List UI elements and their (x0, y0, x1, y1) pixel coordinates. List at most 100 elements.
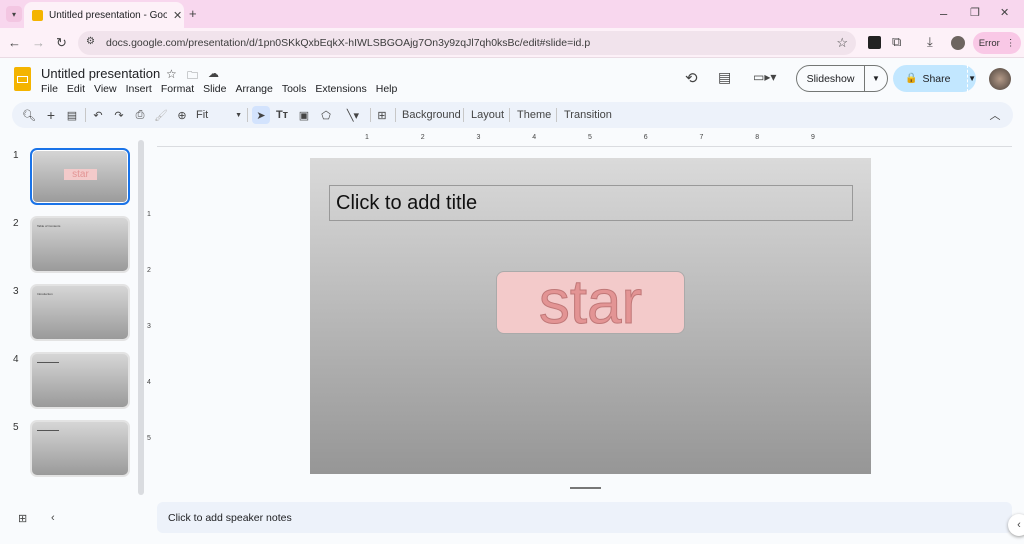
menu-tools[interactable]: Tools (282, 83, 307, 95)
menu-arrange[interactable]: Arrange (235, 83, 272, 95)
extensions-puzzle-icon[interactable]: ⧉ (892, 34, 901, 50)
ruler-label: 6 (643, 134, 648, 141)
print-icon[interactable]: ⎙ (132, 106, 148, 124)
share-button[interactable]: 🔒 Share ▼ (893, 65, 976, 92)
ruler-label: 7 (699, 134, 704, 141)
new-slide-icon[interactable]: + (43, 106, 59, 124)
menu-view[interactable]: View (94, 83, 117, 95)
slide-number: 4 (13, 354, 19, 365)
menu-file[interactable]: File (41, 83, 58, 95)
speaker-notes[interactable]: Click to add speaker notes (157, 502, 1012, 533)
slide-thumbnail-5[interactable] (30, 420, 130, 477)
slide-canvas[interactable]: Click to add title star (310, 158, 871, 474)
zoom-value: Fit (196, 109, 209, 121)
slide-thumbnail-1[interactable]: star (30, 148, 130, 205)
browser-tab-bar: ▾ Untitled presentation - Google ✕ + – ❐… (0, 0, 1024, 28)
zoom-icon[interactable]: ⊕ (174, 106, 190, 124)
transition-button[interactable]: Transition (564, 106, 612, 124)
grid-view-icon[interactable]: ⊞ (18, 512, 27, 525)
ruler-label: 9 (811, 134, 815, 141)
bookmark-star-icon[interactable]: ☆ (836, 35, 848, 51)
shape-icon[interactable]: ⬠ (318, 106, 334, 124)
redo-icon[interactable]: ↷ (111, 106, 127, 124)
star-text-shape[interactable]: star (496, 271, 685, 334)
version-history-icon[interactable]: ⟲ (685, 69, 698, 87)
toolbar: 🔍︎ + ▤ ↶ ↷ ⎙ 🖌︎ ⊕ Fit ▼ ➤ Tт ▣ ⬠ ╲▾ ⊞ Bac… (12, 102, 1013, 128)
download-icon[interactable]: ⤓ (927, 34, 933, 50)
slide-thumbnail-4[interactable] (30, 352, 130, 409)
ruler-label: 4 (147, 379, 151, 386)
close-window-icon[interactable]: ✕ (1000, 6, 1009, 19)
new-tab-icon[interactable]: + (189, 6, 197, 21)
share-dropdown-icon[interactable]: ▼ (967, 65, 976, 92)
horizontal-ruler[interactable]: 1 2 3 4 5 6 7 8 9 (157, 131, 1012, 147)
close-tab-icon[interactable]: ✕ (173, 9, 182, 22)
thumbnail-text: Table of Contents (37, 224, 61, 228)
more-vert-icon: ⋮ (1005, 37, 1016, 49)
forward-icon[interactable]: → (32, 35, 45, 50)
select-tool-icon[interactable]: ➤ (252, 106, 270, 124)
slide-thumbnail-2[interactable]: Table of Contents (30, 216, 130, 273)
collapse-toolbar-icon[interactable]: ︿ (987, 106, 1003, 124)
account-avatar[interactable] (989, 68, 1011, 90)
search-menus-icon[interactable]: 🔍︎ (21, 106, 37, 124)
slideshow-label: Slideshow (806, 72, 855, 85)
error-button[interactable]: Error ⋮ (973, 32, 1021, 54)
menu-slide[interactable]: Slide (203, 83, 226, 95)
url-input[interactable]: ⚙ docs.google.com/presentation/d/1pn0SKk… (78, 31, 856, 55)
error-label: Error (978, 37, 1000, 49)
profile-avatar[interactable] (951, 36, 965, 50)
vertical-ruler[interactable]: 1 2 3 4 5 (144, 158, 158, 474)
slide-number: 2 (13, 218, 19, 229)
share-label: Share (922, 72, 951, 85)
slideshow-dropdown-icon[interactable]: ▼ (864, 66, 887, 91)
ruler-label: 2 (147, 267, 151, 274)
ruler-label: 4 (532, 134, 537, 141)
menu-help[interactable]: Help (376, 83, 398, 95)
ruler-label: 2 (420, 134, 425, 141)
zoom-select[interactable]: Fit ▼ (196, 106, 242, 124)
star-icon[interactable]: ☆ (166, 67, 177, 81)
minimize-icon[interactable]: – (940, 6, 947, 21)
thumbnail-text: star (64, 169, 97, 180)
paint-format-icon[interactable]: 🖌︎ (153, 106, 169, 124)
site-info-icon[interactable]: ⚙ (86, 36, 95, 47)
text-box-icon[interactable]: Tт (274, 106, 290, 124)
back-icon[interactable]: ← (8, 35, 21, 50)
presentation-title[interactable]: Untitled presentation (41, 66, 160, 81)
restore-icon[interactable]: ❐ (970, 6, 980, 19)
ruler-label: 5 (588, 134, 592, 141)
line-icon[interactable]: ╲▾ (340, 106, 366, 124)
menu-edit[interactable]: Edit (67, 83, 85, 95)
ruler-label: 1 (147, 211, 151, 218)
background-button[interactable]: Background (402, 106, 461, 124)
collapse-filmstrip-icon[interactable]: ‹ (51, 512, 55, 524)
slide-layout-icon[interactable]: ▤ (64, 106, 80, 124)
undo-icon[interactable]: ↶ (90, 106, 106, 124)
side-panel-toggle-icon[interactable]: ‹ (1008, 514, 1024, 536)
tab-search-chevron-icon[interactable]: ▾ (6, 6, 22, 22)
reload-icon[interactable]: ↻ (56, 35, 67, 51)
browser-tab[interactable]: Untitled presentation - Google ✕ (24, 2, 184, 28)
cloud-status-icon[interactable]: ☁ (208, 67, 219, 80)
thumbnail-text (37, 362, 59, 363)
slide-thumbnail-3[interactable]: Introduction (30, 284, 130, 341)
menu-format[interactable]: Format (161, 83, 194, 95)
title-placeholder[interactable]: Click to add title (329, 185, 853, 221)
slides-logo[interactable] (14, 67, 31, 91)
meet-video-icon[interactable]: ▭▸▾ (753, 70, 776, 84)
menu-extensions[interactable]: Extensions (315, 83, 366, 95)
slide-number: 3 (13, 286, 19, 297)
slideshow-button[interactable]: Slideshow ▼ (796, 65, 888, 92)
add-comment-icon[interactable]: ⊞ (374, 106, 390, 124)
theme-button[interactable]: Theme (517, 106, 551, 124)
extension-icon[interactable] (868, 36, 881, 49)
layout-button[interactable]: Layout (471, 106, 504, 124)
comments-icon[interactable]: ▤ (718, 69, 731, 86)
ruler-label: 5 (147, 435, 151, 442)
menu-insert[interactable]: Insert (126, 83, 152, 95)
url-text: docs.google.com/presentation/d/1pn0SKkQx… (106, 37, 591, 49)
notes-resize-handle[interactable] (570, 487, 601, 489)
insert-image-icon[interactable]: ▣ (296, 106, 312, 124)
slides-favicon-icon (32, 9, 43, 21)
